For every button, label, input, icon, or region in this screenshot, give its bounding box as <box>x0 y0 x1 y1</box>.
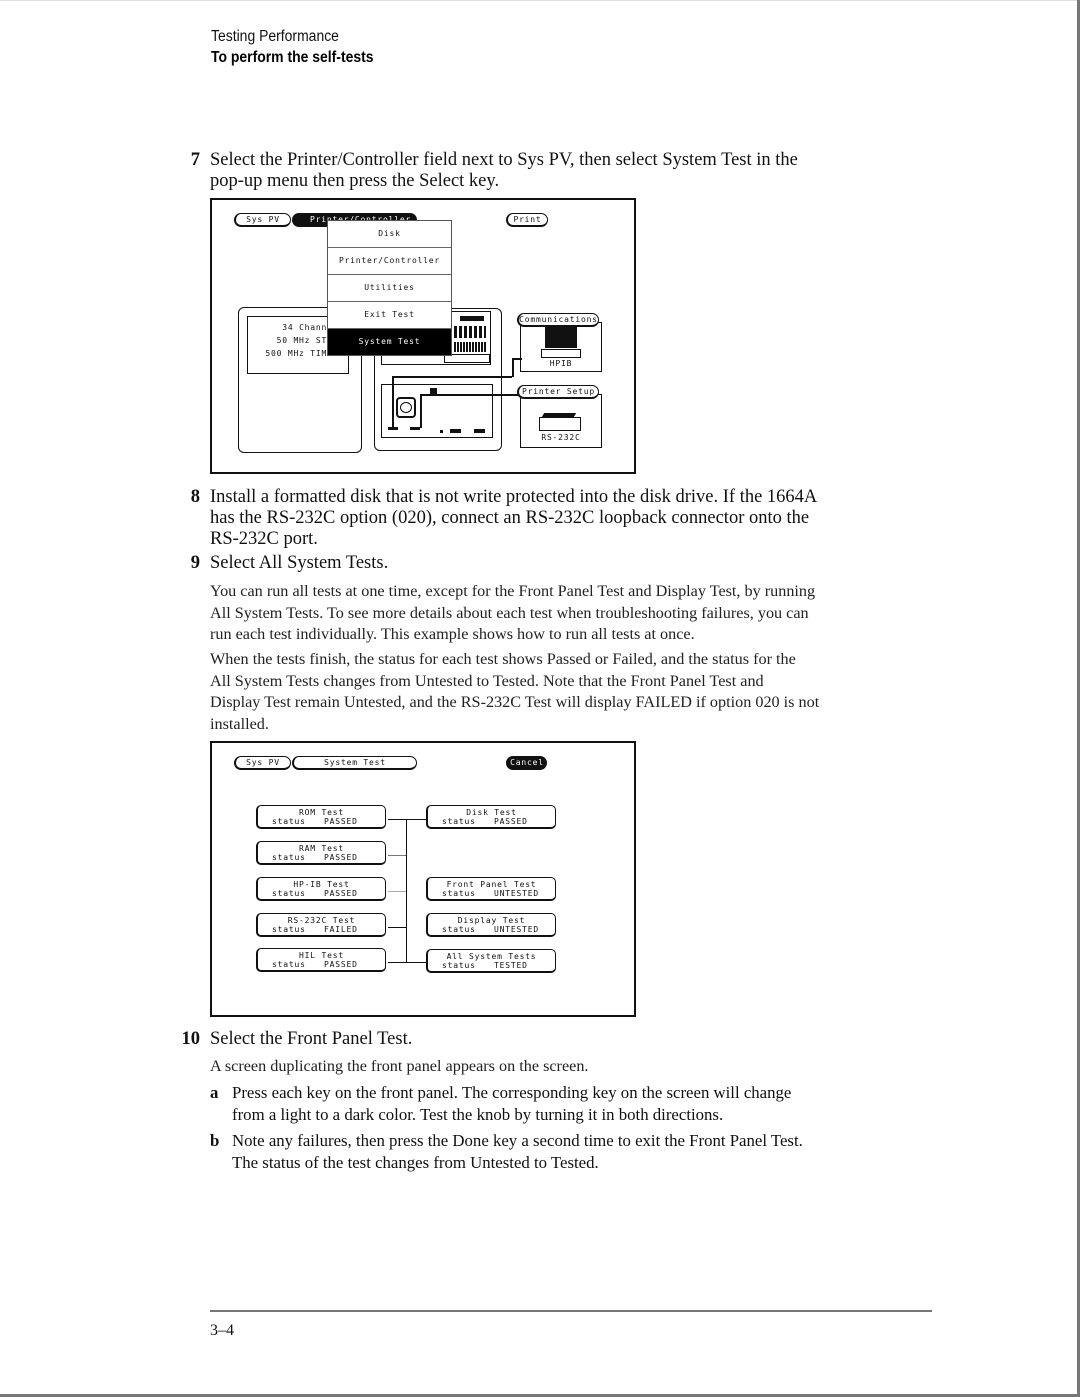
step-text-line: RS-232C port. <box>210 529 318 549</box>
substep-label: a <box>210 1083 219 1102</box>
printer-setup-box: RS-232C <box>520 394 602 448</box>
menu-item-exit-test[interactable]: Exit Test <box>328 302 451 329</box>
status-label: status <box>442 961 476 970</box>
step-text-line: Select the Printer/Controller field next… <box>210 150 798 170</box>
status-value: TESTED <box>494 961 528 970</box>
sys-pv-field[interactable]: Sys PV <box>234 213 291 227</box>
paragraph-line: installed. <box>210 714 269 733</box>
rs232c-test-field[interactable]: RS-232C Test status FAILED <box>256 913 386 937</box>
paragraph-line: You can run all tests at one time, excep… <box>210 582 816 600</box>
computer-icon <box>545 326 577 348</box>
status-label: status <box>442 889 476 898</box>
page-number: 3–4 <box>210 1322 234 1339</box>
paragraph-line: run each test individually. This example… <box>210 625 695 643</box>
status-label: status <box>442 925 476 934</box>
popup-menu: Disk Printer/Controller Utilities Exit T… <box>327 220 452 356</box>
all-system-tests-field[interactable]: All System Tests status TESTED <box>426 949 556 973</box>
paragraph-tests-finish: When the tests finish, the status for ea… <box>210 649 940 735</box>
disk-test-field[interactable]: Disk Test status PASSED <box>426 805 556 829</box>
test-name: Display Test <box>457 916 526 925</box>
display-test-field[interactable]: Display Test status UNTESTED <box>426 913 556 937</box>
test-name: HIL Test <box>299 951 344 960</box>
rs232c-label: RS-232C <box>541 433 581 442</box>
step-number: 9 <box>190 553 200 573</box>
status-value: PASSED <box>324 853 358 862</box>
keypad-icon <box>454 342 486 352</box>
paragraph-run-all: You can run all tests at one time, excep… <box>210 581 940 646</box>
paragraph-line: All System Tests. To see more details ab… <box>210 603 809 622</box>
step-text-line: Install a formatted disk that is not wri… <box>210 487 818 507</box>
footer-rule <box>210 1310 932 1312</box>
step-number: 8 <box>190 487 200 507</box>
running-header-subsection: To perform the self-tests <box>211 49 374 66</box>
test-name: HP-IB Test <box>293 880 350 889</box>
system-test-field[interactable]: System Test <box>292 756 417 770</box>
status-value: UNTESTED <box>494 889 539 898</box>
communications-field[interactable]: Communications <box>517 313 599 327</box>
status-label: status <box>272 960 306 969</box>
paragraph-line: Display Test remain Untested, and the RS… <box>210 693 820 711</box>
step-text-line: pop-up menu then press the Select key. <box>210 171 500 191</box>
status-label: status <box>272 925 306 934</box>
status-value: PASSED <box>324 960 358 969</box>
test-name: RS-232C Test <box>287 916 356 925</box>
substep-label: b <box>210 1131 220 1150</box>
step-text-line: Select the Front Panel Test. <box>210 1029 413 1049</box>
menu-item-disk[interactable]: Disk <box>328 221 451 248</box>
status-value: PASSED <box>324 889 358 898</box>
test-name: Front Panel Test <box>446 880 537 889</box>
keypad-icon <box>454 326 486 338</box>
status-label: status <box>272 817 306 826</box>
substep-text-line: Note any failures, then press the Done k… <box>232 1131 803 1150</box>
paragraph-line: When the tests finish, the status for ea… <box>210 650 796 668</box>
test-name: RAM Test <box>299 844 344 853</box>
running-header-section: Testing Performance <box>211 28 339 45</box>
print-button[interactable]: Print <box>506 213 548 227</box>
step-text-line: Select All System Tests. <box>210 553 389 573</box>
substep-text-line: The status of the test changes from Unte… <box>232 1152 599 1172</box>
page-top-edge <box>0 0 1080 1</box>
test-name: ROM Test <box>299 808 344 817</box>
status-label: status <box>272 853 306 862</box>
menu-item-system-test[interactable]: System Test <box>328 329 451 355</box>
step-number: 7 <box>190 150 200 170</box>
screenshot-system-config: Sys PV Printer/Controller Print 34 Chann… <box>210 198 636 474</box>
hil-test-field[interactable]: HIL Test status PASSED <box>256 948 386 972</box>
rear-panel-drawing <box>381 384 493 438</box>
substep-text-line: Press each key on the front panel. The c… <box>232 1083 792 1102</box>
step-number: 10 <box>181 1029 201 1049</box>
status-value: FAILED <box>324 925 358 934</box>
status-label: status <box>442 817 476 826</box>
front-panel-test-field[interactable]: Front Panel Test status UNTESTED <box>426 877 556 901</box>
status-value: PASSED <box>494 817 528 826</box>
status-value: PASSED <box>324 817 358 826</box>
status-label: status <box>272 889 306 898</box>
display-bar-icon <box>460 316 484 321</box>
printer-setup-field[interactable]: Printer Setup <box>517 385 599 399</box>
cancel-button[interactable]: Cancel <box>506 756 547 770</box>
menu-item-utilities[interactable]: Utilities <box>328 275 451 302</box>
sys-pv-field[interactable]: Sys PV <box>234 756 291 770</box>
step-text-line: has the RS-232C option (020), connect an… <box>210 508 810 528</box>
menu-item-printer-controller[interactable]: Printer/Controller <box>328 248 451 275</box>
paragraph-front-panel: A screen duplicating the front panel app… <box>210 1057 589 1075</box>
ram-test-field[interactable]: RAM Test status PASSED <box>256 841 386 865</box>
fan-icon <box>396 397 416 418</box>
substep-text-line: from a light to a dark color. Test the k… <box>232 1104 724 1124</box>
screenshot-system-test: Sys PV System Test Cancel ROM Test statu… <box>210 741 636 1017</box>
test-name: All System Tests <box>446 952 537 961</box>
status-value: UNTESTED <box>494 925 539 934</box>
communications-box: HPIB <box>520 322 602 372</box>
rom-test-field[interactable]: ROM Test status PASSED <box>256 805 386 829</box>
hpib-test-field[interactable]: HP-IB Test status PASSED <box>256 877 386 901</box>
paragraph-line: All System Tests changes from Untested t… <box>210 671 764 690</box>
hpib-label: HPIB <box>549 359 573 368</box>
test-name: Disk Test <box>466 808 517 817</box>
